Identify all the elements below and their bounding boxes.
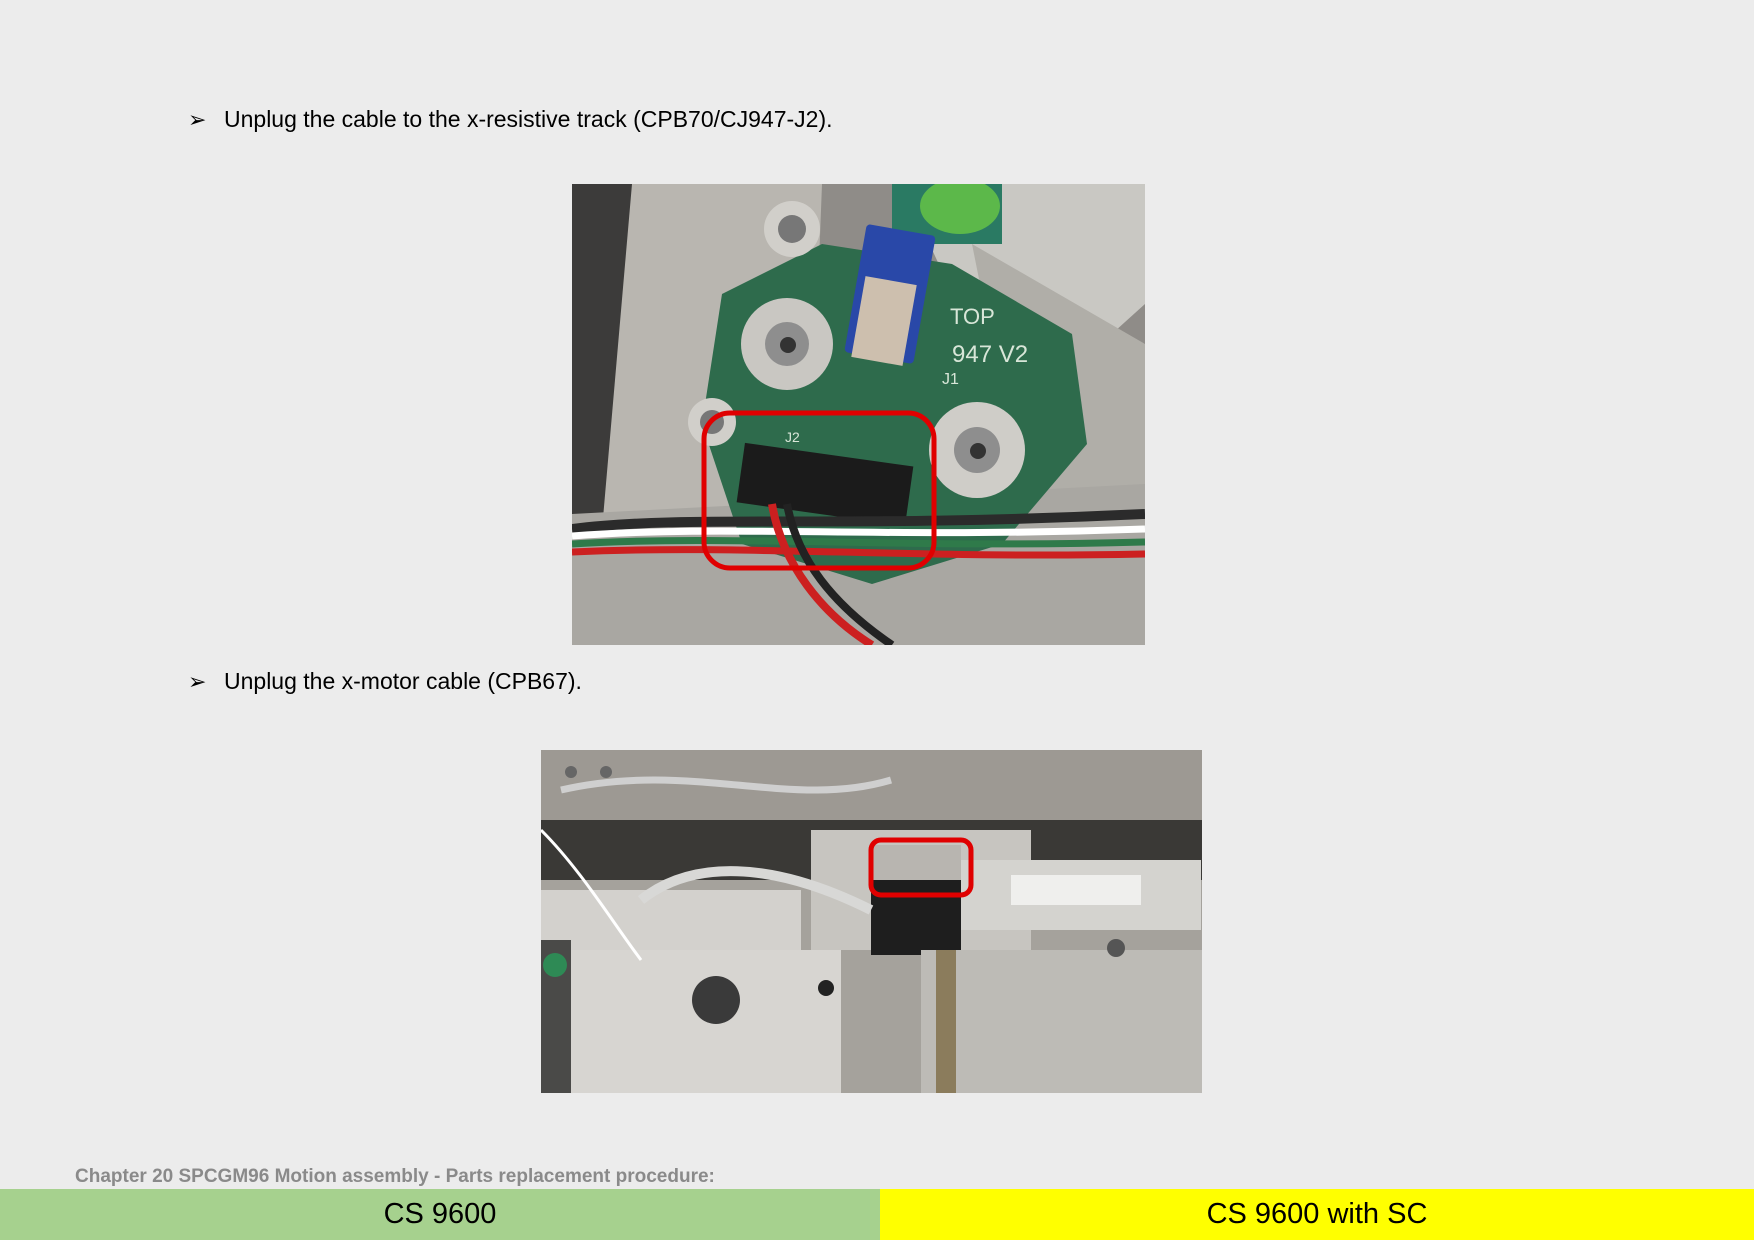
motor-photo-illustration bbox=[541, 750, 1202, 1093]
footer-label-cs9600-with-sc: CS 9600 with SC bbox=[880, 1189, 1754, 1240]
silkscreen-j2: J2 bbox=[785, 429, 800, 445]
silkscreen-j1: J1 bbox=[942, 371, 959, 388]
chapter-title: Chapter 20 SPCGM96 Motion assembly - Par… bbox=[75, 1166, 715, 1187]
step-1-text: Unplug the cable to the x-resistive trac… bbox=[224, 106, 833, 132]
pcb-photo-illustration: TOP 947 V2 J1 J2 bbox=[572, 184, 1145, 645]
photo-pcb-connector-j2: TOP 947 V2 J1 J2 bbox=[572, 184, 1145, 645]
step-2-text: Unplug the x-motor cable (CPB67). bbox=[224, 668, 582, 694]
step-1: ➢ Unplug the cable to the x-resistive tr… bbox=[188, 106, 833, 133]
arrow-bullet-icon: ➢ bbox=[188, 106, 207, 132]
footer-label-cs9600: CS 9600 bbox=[0, 1189, 880, 1240]
silkscreen-top: TOP bbox=[950, 304, 995, 329]
silkscreen-board-id: 947 V2 bbox=[952, 341, 1028, 368]
step-2: ➢ Unplug the x-motor cable (CPB67). bbox=[188, 668, 582, 695]
arrow-bullet-icon: ➢ bbox=[188, 668, 207, 694]
photo-x-motor-cable bbox=[541, 750, 1202, 1093]
